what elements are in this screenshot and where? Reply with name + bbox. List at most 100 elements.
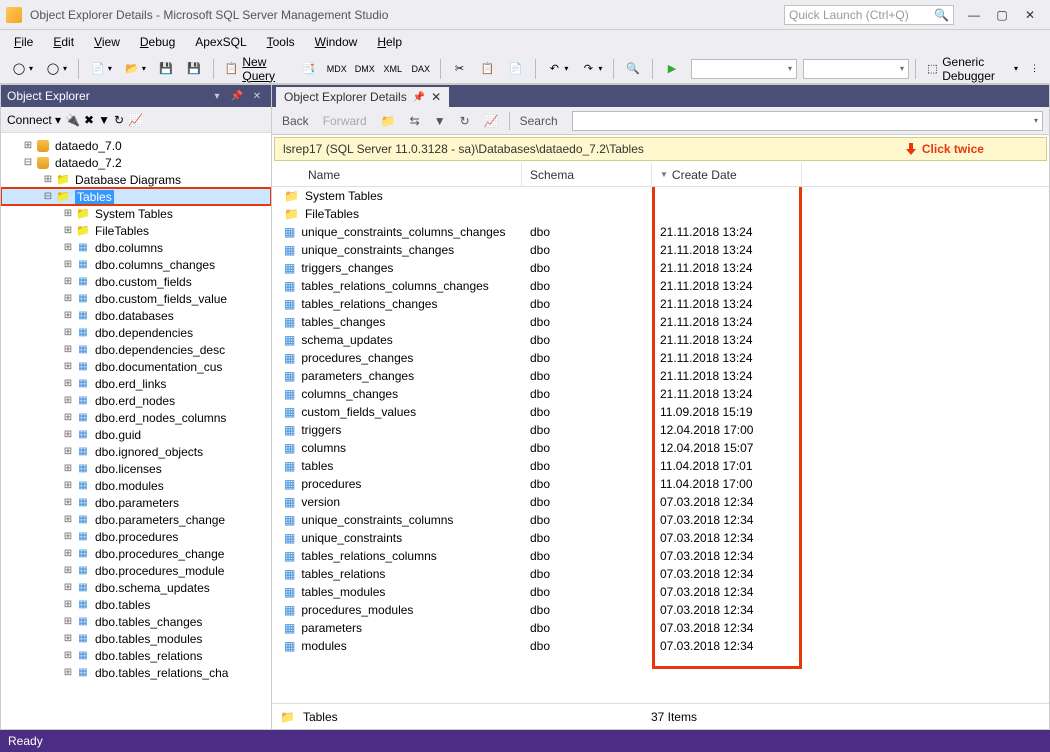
- refresh-icon[interactable]: ↻: [114, 113, 124, 127]
- target-combo[interactable]: ▾: [691, 59, 797, 79]
- tree-node-table[interactable]: ⊞dbo.tables_modules: [1, 630, 271, 647]
- details-list[interactable]: 📁System Tables📁FileTables▦unique_constra…: [272, 187, 1049, 703]
- dmx-button[interactable]: DMX: [352, 58, 378, 80]
- menu-tools[interactable]: Tools: [259, 32, 303, 52]
- refresh-icon[interactable]: ↻: [456, 111, 474, 131]
- list-row-table[interactable]: ▦unique_constraints_columns_changesdbo21…: [272, 223, 1049, 241]
- expand-icon[interactable]: ⊞: [61, 582, 75, 593]
- column-header-name[interactable]: Name: [272, 163, 522, 186]
- menu-file[interactable]: File: [6, 32, 41, 52]
- menu-debug[interactable]: Debug: [132, 32, 183, 52]
- tree-node-table[interactable]: ⊞dbo.tables_relations: [1, 647, 271, 664]
- object-explorer-tree[interactable]: ⊞dataedo_7.0 ⊟dataedo_7.2 ⊞Database Diag…: [1, 133, 271, 729]
- pin-icon[interactable]: 📌: [413, 92, 425, 103]
- expand-icon[interactable]: ⊞: [61, 225, 75, 236]
- minimize-button[interactable]: —: [960, 4, 988, 26]
- expand-icon[interactable]: ⊞: [61, 208, 75, 219]
- expand-icon[interactable]: ⊞: [61, 327, 75, 338]
- list-row-table[interactable]: ▦modulesdbo07.03.2018 12:34: [272, 637, 1049, 655]
- tree-node-table[interactable]: ⊞dbo.columns: [1, 239, 271, 256]
- config-combo[interactable]: ▾: [803, 59, 909, 79]
- filter-icon[interactable]: ▼: [430, 111, 450, 131]
- new-project-button[interactable]: 📄▾: [85, 58, 117, 80]
- list-row-table[interactable]: ▦schema_updatesdbo21.11.2018 13:24: [272, 331, 1049, 349]
- tree-node-table[interactable]: ⊞dbo.parameters_change: [1, 511, 271, 528]
- activity-icon[interactable]: 📈: [128, 113, 143, 127]
- xmla-button[interactable]: XML: [380, 58, 406, 80]
- tree-node-diagrams[interactable]: ⊞Database Diagrams: [1, 171, 271, 188]
- back-button[interactable]: Back: [278, 111, 313, 131]
- list-row-folder[interactable]: 📁System Tables: [272, 187, 1049, 205]
- list-row-table[interactable]: ▦procedures_modulesdbo07.03.2018 12:34: [272, 601, 1049, 619]
- tree-node-table[interactable]: ⊞dbo.procedures: [1, 528, 271, 545]
- list-row-table[interactable]: ▦unique_constraints_columnsdbo07.03.2018…: [272, 511, 1049, 529]
- menu-edit[interactable]: Edit: [45, 32, 82, 52]
- stop-icon[interactable]: ✖: [84, 113, 94, 127]
- dax-button[interactable]: DAX: [408, 58, 434, 80]
- list-row-table[interactable]: ▦triggersdbo12.04.2018 17:00: [272, 421, 1049, 439]
- cut-button[interactable]: ✂: [447, 58, 473, 80]
- tree-node-table[interactable]: ⊞dbo.procedures_change: [1, 545, 271, 562]
- tree-node-table[interactable]: ⊞dbo.erd_nodes_columns: [1, 409, 271, 426]
- search-input[interactable]: [572, 111, 1043, 131]
- quick-launch-input[interactable]: Quick Launch (Ctrl+Q) 🔍: [784, 5, 954, 25]
- tab-close-button[interactable]: ✕: [431, 90, 441, 104]
- list-row-table[interactable]: ▦procedures_changesdbo21.11.2018 13:24: [272, 349, 1049, 367]
- tree-node-table[interactable]: ⊞dbo.schema_updates: [1, 579, 271, 596]
- expand-icon[interactable]: ⊞: [61, 344, 75, 355]
- pin-button[interactable]: 📌: [229, 88, 245, 104]
- tab-details[interactable]: Object Explorer Details 📌 ✕: [276, 87, 449, 107]
- start-debug-button[interactable]: ▶: [659, 58, 685, 80]
- tree-node-table[interactable]: ⊞dbo.documentation_cus: [1, 358, 271, 375]
- up-icon[interactable]: 📁: [377, 111, 400, 131]
- tree-node-table[interactable]: ⊞dbo.parameters: [1, 494, 271, 511]
- menu-view[interactable]: View: [86, 32, 128, 52]
- disconnect-icon[interactable]: 🔌: [65, 113, 80, 127]
- list-row-table[interactable]: ▦tables_relations_columnsdbo07.03.2018 1…: [272, 547, 1049, 565]
- activity-icon[interactable]: 📈: [480, 111, 503, 131]
- expand-icon[interactable]: ⊞: [61, 463, 75, 474]
- tree-node-table[interactable]: ⊞dbo.guid: [1, 426, 271, 443]
- nav-fwd-button[interactable]: ◯▾: [40, 58, 72, 80]
- undo-button[interactable]: ↶▾: [541, 58, 573, 80]
- tree-node-table[interactable]: ⊞dbo.tables_changes: [1, 613, 271, 630]
- list-row-table[interactable]: ▦triggers_changesdbo21.11.2018 13:24: [272, 259, 1049, 277]
- nav-back-button[interactable]: ◯▾: [6, 58, 38, 80]
- close-button[interactable]: ✕: [1016, 4, 1044, 26]
- redo-button[interactable]: ↷▾: [575, 58, 607, 80]
- save-all-button[interactable]: 💾: [181, 58, 207, 80]
- list-row-table[interactable]: ▦tables_changesdbo21.11.2018 13:24: [272, 313, 1049, 331]
- maximize-button[interactable]: ▢: [988, 4, 1016, 26]
- panel-close-button[interactable]: ✕: [249, 88, 265, 104]
- expand-icon[interactable]: ⊞: [61, 531, 75, 542]
- tree-node-db1[interactable]: ⊞dataedo_7.0: [1, 137, 271, 154]
- tree-node-file-tables[interactable]: ⊞FileTables: [1, 222, 271, 239]
- connect-button[interactable]: Connect ▾: [7, 113, 61, 127]
- expand-icon[interactable]: ⊞: [61, 616, 75, 627]
- save-button[interactable]: 💾: [153, 58, 179, 80]
- tree-node-table[interactable]: ⊞dbo.custom_fields: [1, 273, 271, 290]
- column-header-create-date[interactable]: ▼Create Date: [652, 163, 802, 186]
- expand-icon[interactable]: ⊞: [61, 276, 75, 287]
- tree-node-table[interactable]: ⊞dbo.tables: [1, 596, 271, 613]
- list-row-table[interactable]: ▦columns_changesdbo21.11.2018 13:24: [272, 385, 1049, 403]
- tree-node-table[interactable]: ⊞dbo.dependencies: [1, 324, 271, 341]
- tree-node-table[interactable]: ⊞dbo.ignored_objects: [1, 443, 271, 460]
- expand-icon[interactable]: ⊞: [61, 667, 75, 678]
- menu-apexsql[interactable]: ApexSQL: [187, 32, 254, 52]
- list-row-table[interactable]: ▦unique_constraintsdbo07.03.2018 12:34: [272, 529, 1049, 547]
- mdx-button[interactable]: MDX: [324, 58, 350, 80]
- expand-icon[interactable]: ⊞: [61, 446, 75, 457]
- tree-node-table[interactable]: ⊞dbo.tables_relations_cha: [1, 664, 271, 681]
- panel-dropdown-button[interactable]: ▾: [209, 88, 225, 104]
- menu-window[interactable]: Window: [307, 32, 366, 52]
- expand-icon[interactable]: ⊞: [21, 140, 35, 151]
- collapse-icon[interactable]: ⊟: [21, 157, 35, 168]
- expand-icon[interactable]: ⊞: [61, 378, 75, 389]
- expand-icon[interactable]: ⊞: [41, 174, 55, 185]
- tree-node-table[interactable]: ⊞dbo.procedures_module: [1, 562, 271, 579]
- find-button[interactable]: 🔍: [620, 58, 646, 80]
- open-button[interactable]: 📂▾: [119, 58, 151, 80]
- expand-icon[interactable]: ⊞: [61, 395, 75, 406]
- list-row-table[interactable]: ▦unique_constraints_changesdbo21.11.2018…: [272, 241, 1049, 259]
